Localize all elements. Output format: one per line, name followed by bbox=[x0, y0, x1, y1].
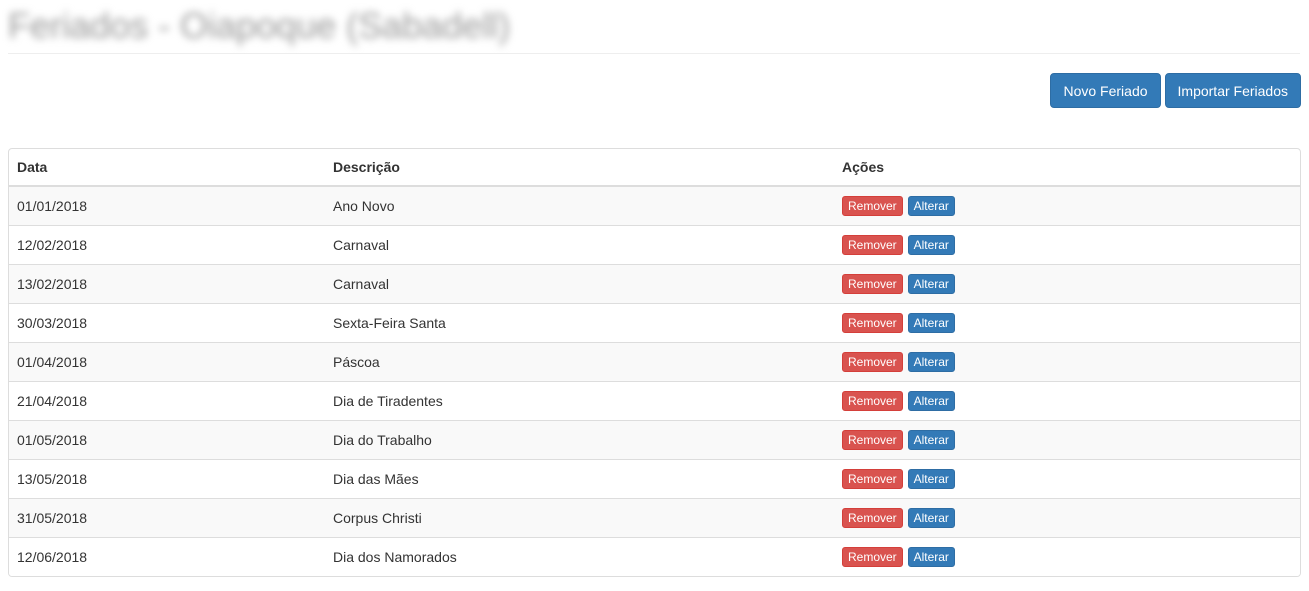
holiday-date-text: 13/02/2018 bbox=[17, 276, 88, 292]
page-header: Feriados - Oiapoque (Sabadell) bbox=[8, 0, 1300, 54]
column-header-actions: Ações bbox=[834, 149, 1300, 187]
remove-button[interactable]: Remover bbox=[842, 313, 903, 333]
holiday-actions: Remover Alterar bbox=[834, 459, 1300, 499]
column-header-date[interactable]: Data bbox=[9, 149, 325, 187]
holiday-description: Páscoa bbox=[325, 342, 834, 382]
holiday-description-text: Corpus Christi bbox=[333, 510, 422, 526]
holiday-description: Ano Novo bbox=[325, 186, 834, 226]
holiday-date-text: 01/05/2018 bbox=[17, 432, 88, 448]
table-header-row: Data Descrição Ações bbox=[9, 149, 1300, 187]
table-row: 21/04/2018 Dia de Tiradentes Remover Alt… bbox=[9, 381, 1300, 421]
table-row: 01/01/2018 Ano Novo Remover Alterar bbox=[9, 186, 1300, 226]
remove-button[interactable]: Remover bbox=[842, 430, 903, 450]
holiday-date-text: 13/05/2018 bbox=[17, 471, 88, 487]
holiday-date-text: 31/05/2018 bbox=[17, 510, 88, 526]
remove-button[interactable]: Remover bbox=[842, 274, 903, 294]
holiday-actions: Remover Alterar bbox=[834, 186, 1300, 226]
table-row: 01/05/2018 Dia do Trabalho Remover Alter… bbox=[9, 420, 1300, 460]
table-row: 13/02/2018 Carnaval Remover Alterar bbox=[9, 264, 1300, 304]
holiday-date-text: 01/01/2018 bbox=[17, 198, 88, 214]
holiday-date-text: 12/06/2018 bbox=[17, 549, 88, 565]
table-row: 12/06/2018 Dia dos Namorados Remover Alt… bbox=[9, 537, 1300, 576]
holiday-description: Carnaval bbox=[325, 264, 834, 304]
holiday-actions: Remover Alterar bbox=[834, 342, 1300, 382]
holiday-description-text: Carnaval bbox=[333, 276, 390, 292]
holidays-table-panel: Data Descrição Ações 01/01/2018 Ano Novo… bbox=[8, 148, 1301, 577]
toolbar: Novo Feriado Importar Feriados bbox=[1050, 73, 1301, 108]
holiday-date: 31/05/2018 bbox=[9, 498, 325, 538]
holiday-actions: Remover Alterar bbox=[834, 537, 1300, 576]
remove-button[interactable]: Remover bbox=[842, 508, 903, 528]
holiday-date-text: 30/03/2018 bbox=[17, 315, 88, 331]
holiday-date: 01/01/2018 bbox=[9, 186, 325, 226]
edit-button[interactable]: Alterar bbox=[907, 196, 955, 216]
remove-button[interactable]: Remover bbox=[842, 469, 903, 489]
edit-button[interactable]: Alterar bbox=[907, 235, 955, 255]
remove-button[interactable]: Remover bbox=[842, 547, 903, 567]
holiday-description: Dia do Trabalho bbox=[325, 420, 834, 460]
table-row: 30/03/2018 Sexta-Feira Santa Remover Alt… bbox=[9, 303, 1300, 343]
holiday-date: 01/04/2018 bbox=[9, 342, 325, 382]
edit-button[interactable]: Alterar bbox=[907, 313, 955, 333]
holiday-actions: Remover Alterar bbox=[834, 381, 1300, 421]
holiday-description: Sexta-Feira Santa bbox=[325, 303, 834, 343]
holiday-date-text: 12/02/2018 bbox=[17, 237, 88, 253]
edit-button[interactable]: Alterar bbox=[907, 508, 955, 528]
edit-button[interactable]: Alterar bbox=[907, 547, 955, 567]
holiday-description: Dia de Tiradentes bbox=[325, 381, 834, 421]
holiday-actions: Remover Alterar bbox=[834, 420, 1300, 460]
holiday-date: 12/06/2018 bbox=[9, 537, 325, 576]
holiday-actions: Remover Alterar bbox=[834, 225, 1300, 265]
edit-button[interactable]: Alterar bbox=[907, 430, 955, 450]
edit-button[interactable]: Alterar bbox=[907, 391, 955, 411]
table-body: 01/01/2018 Ano Novo Remover Alterar 12/0… bbox=[9, 186, 1300, 576]
page-title: Feriados - Oiapoque (Sabadell) bbox=[8, 5, 511, 46]
edit-button[interactable]: Alterar bbox=[907, 352, 955, 372]
holiday-description-text: Dia das Mães bbox=[333, 471, 419, 487]
edit-button[interactable]: Alterar bbox=[907, 274, 955, 294]
holiday-date: 12/02/2018 bbox=[9, 225, 325, 265]
table-row: 31/05/2018 Corpus Christi Remover Altera… bbox=[9, 498, 1300, 538]
table-row: 12/02/2018 Carnaval Remover Alterar bbox=[9, 225, 1300, 265]
holiday-description-text: Ano Novo bbox=[333, 198, 395, 214]
table-row: 13/05/2018 Dia das Mães Remover Alterar bbox=[9, 459, 1300, 499]
column-header-description[interactable]: Descrição bbox=[325, 149, 834, 187]
holidays-table: Data Descrição Ações 01/01/2018 Ano Novo… bbox=[9, 149, 1300, 576]
holiday-description-text: Sexta-Feira Santa bbox=[333, 315, 446, 331]
holiday-description: Corpus Christi bbox=[325, 498, 834, 538]
page: Feriados - Oiapoque (Sabadell) Novo Feri… bbox=[0, 0, 1309, 591]
edit-button[interactable]: Alterar bbox=[907, 469, 955, 489]
new-holiday-button[interactable]: Novo Feriado bbox=[1050, 73, 1161, 108]
holiday-description-text: Dia do Trabalho bbox=[333, 432, 432, 448]
holiday-actions: Remover Alterar bbox=[834, 303, 1300, 343]
table-row: 01/04/2018 Páscoa Remover Alterar bbox=[9, 342, 1300, 382]
holiday-date: 21/04/2018 bbox=[9, 381, 325, 421]
remove-button[interactable]: Remover bbox=[842, 235, 903, 255]
holiday-date: 13/02/2018 bbox=[9, 264, 325, 304]
holiday-description: Carnaval bbox=[325, 225, 834, 265]
remove-button[interactable]: Remover bbox=[842, 196, 903, 216]
holiday-date: 30/03/2018 bbox=[9, 303, 325, 343]
holiday-date: 13/05/2018 bbox=[9, 459, 325, 499]
holiday-date-text: 21/04/2018 bbox=[17, 393, 88, 409]
holiday-description: Dia dos Namorados bbox=[325, 537, 834, 576]
holiday-description-text: Dia dos Namorados bbox=[333, 549, 457, 565]
holiday-actions: Remover Alterar bbox=[834, 264, 1300, 304]
remove-button[interactable]: Remover bbox=[842, 352, 903, 372]
holiday-date: 01/05/2018 bbox=[9, 420, 325, 460]
holiday-actions: Remover Alterar bbox=[834, 498, 1300, 538]
holiday-description: Dia das Mães bbox=[325, 459, 834, 499]
holiday-date-text: 01/04/2018 bbox=[17, 354, 88, 370]
holiday-description-text: Páscoa bbox=[333, 354, 380, 370]
import-holidays-button[interactable]: Importar Feriados bbox=[1164, 73, 1301, 108]
holiday-description-text: Dia de Tiradentes bbox=[333, 393, 443, 409]
remove-button[interactable]: Remover bbox=[842, 391, 903, 411]
holiday-description-text: Carnaval bbox=[333, 237, 390, 253]
